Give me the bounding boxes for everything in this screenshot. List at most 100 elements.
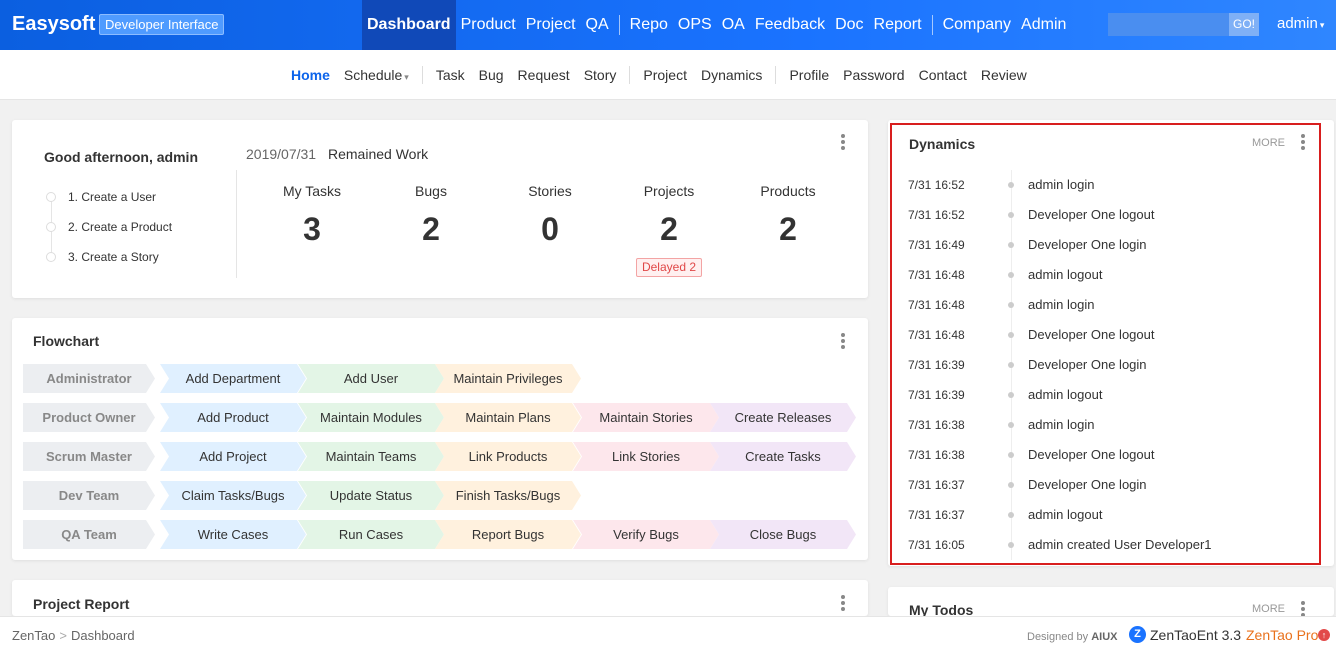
flowchart-step[interactable]: Add User xyxy=(298,364,444,393)
stat-stories[interactable]: Stories 0 xyxy=(495,183,605,248)
flowchart-step[interactable]: Maintain Teams xyxy=(298,442,444,471)
subnav-project[interactable]: Project xyxy=(636,67,694,83)
flowchart-step[interactable]: Report Bugs xyxy=(435,520,581,549)
zentao-pro-link[interactable]: ZenTao Pro xyxy=(1246,627,1318,643)
nav-report[interactable]: Report xyxy=(869,0,927,50)
breadcrumb-root[interactable]: ZenTao xyxy=(12,628,55,643)
list-item[interactable]: 7/31 16:38 Developer One logout xyxy=(908,440,1308,470)
list-item[interactable]: 7/31 16:38 admin login xyxy=(908,410,1308,440)
nav-dashboard[interactable]: Dashboard xyxy=(362,0,456,50)
stat-bugs[interactable]: Bugs 2 xyxy=(376,183,486,248)
subnav-review[interactable]: Review xyxy=(974,67,1034,83)
flowchart-step[interactable]: Add Department xyxy=(160,364,306,393)
list-item[interactable]: 7/31 16:37 admin logout xyxy=(908,500,1308,530)
flowchart-step[interactable]: Link Products xyxy=(435,442,581,471)
nav-feedback[interactable]: Feedback xyxy=(750,0,830,50)
list-item[interactable]: 7/31 16:48 admin login xyxy=(908,290,1308,320)
list-item[interactable]: 7/31 16:39 admin logout xyxy=(908,380,1308,410)
subnav-home[interactable]: Home xyxy=(284,67,337,83)
list-item[interactable]: 7/31 16:39 Developer One login xyxy=(908,350,1308,380)
sub-navbar: Home Schedule ▾ Task Bug Request Story Pr… xyxy=(0,50,1336,100)
current-date: 2019/07/31 xyxy=(246,146,317,162)
nav-project[interactable]: Project xyxy=(521,0,581,50)
subnav-schedule[interactable]: Schedule ▾ xyxy=(337,67,416,83)
flowchart-step[interactable]: Create Tasks xyxy=(710,442,856,471)
subnav-bug[interactable]: Bug xyxy=(472,67,511,83)
designed-by[interactable]: Designed by AIUX xyxy=(1027,631,1118,643)
flowchart-step[interactable]: Maintain Privileges xyxy=(435,364,581,393)
step-create-user[interactable]: 1. Create a User xyxy=(44,182,172,212)
stat-my-tasks[interactable]: My Tasks 3 xyxy=(257,183,367,248)
dot-icon xyxy=(1008,422,1014,428)
stat-value: 2 xyxy=(422,211,440,247)
nav-oa[interactable]: OA xyxy=(717,0,750,50)
flowchart-step[interactable]: Maintain Modules xyxy=(298,403,444,432)
list-item[interactable]: 7/31 16:48 Developer One logout xyxy=(908,320,1308,350)
flowchart-title: Flowchart xyxy=(33,333,100,349)
flowchart-step[interactable]: Link Stories xyxy=(573,442,719,471)
flowchart-step[interactable]: Update Status xyxy=(298,481,444,510)
flowchart-step[interactable]: Finish Tasks/Bugs xyxy=(435,481,581,510)
flowchart-step[interactable]: Add Product xyxy=(160,403,306,432)
dot-icon xyxy=(1008,452,1014,458)
flowchart-step[interactable]: Run Cases xyxy=(298,520,444,549)
todos-more-link[interactable]: MORE xyxy=(1252,603,1285,615)
upgrade-icon[interactable]: ↑ xyxy=(1318,629,1330,641)
nav-ops[interactable]: OPS xyxy=(673,0,717,50)
dot-icon xyxy=(1008,482,1014,488)
search-input[interactable] xyxy=(1108,13,1230,36)
subnav-task[interactable]: Task xyxy=(429,67,472,83)
list-item[interactable]: 7/31 16:52 Developer One logout xyxy=(908,200,1308,230)
delayed-badge[interactable]: Delayed 2 xyxy=(636,258,702,277)
list-item[interactable]: 7/31 16:52 admin login xyxy=(908,170,1308,200)
more-options-icon[interactable] xyxy=(1301,601,1305,616)
flowchart-step[interactable]: Add Project xyxy=(160,442,306,471)
top-navbar: Easysoft Developer Interface Dashboard P… xyxy=(0,0,1336,50)
step-create-product[interactable]: 2. Create a Product xyxy=(44,212,172,242)
interface-badge[interactable]: Developer Interface xyxy=(99,14,225,35)
subnav-request[interactable]: Request xyxy=(511,67,577,83)
nav-doc[interactable]: Doc xyxy=(830,0,868,50)
more-options-icon[interactable] xyxy=(1301,134,1305,152)
flowchart-step[interactable]: Write Cases xyxy=(160,520,306,549)
flowchart-step[interactable]: Close Bugs xyxy=(710,520,856,549)
subnav-divider xyxy=(421,66,423,84)
subnav-password[interactable]: Password xyxy=(836,67,911,83)
list-item[interactable]: 7/31 16:05 admin created User Developer1 xyxy=(908,530,1308,560)
flowchart-role: Administrator xyxy=(23,364,155,393)
list-item[interactable]: 7/31 16:37 Developer One login xyxy=(908,470,1308,500)
dynamic-text: admin logout xyxy=(1028,507,1103,522)
nav-company[interactable]: Company xyxy=(938,0,1016,50)
list-item[interactable]: 7/31 16:49 Developer One login xyxy=(908,230,1308,260)
stat-label: My Tasks xyxy=(282,183,342,199)
more-options-icon[interactable] xyxy=(841,595,845,613)
stat-products[interactable]: Products 2 xyxy=(733,183,843,248)
nav-product[interactable]: Product xyxy=(456,0,521,50)
nav-repo[interactable]: Repo xyxy=(625,0,673,50)
flowchart-step[interactable]: Maintain Plans xyxy=(435,403,581,432)
flowchart-step[interactable]: Create Releases xyxy=(710,403,856,432)
step-label: 2. Create a Product xyxy=(68,220,173,234)
flowchart-step[interactable]: Claim Tasks/Bugs xyxy=(160,481,306,510)
search-go-button[interactable]: GO! xyxy=(1229,13,1259,36)
user-menu[interactable]: admin ▾ xyxy=(1277,15,1324,32)
stat-projects[interactable]: Projects 2 xyxy=(614,183,724,248)
dynamic-time: 7/31 16:49 xyxy=(908,238,965,252)
flowchart-step[interactable]: Maintain Stories xyxy=(573,403,719,432)
more-options-icon[interactable] xyxy=(841,134,845,152)
nav-qa[interactable]: QA xyxy=(581,0,614,50)
flowchart-role: Scrum Master xyxy=(23,442,155,471)
subnav-contact[interactable]: Contact xyxy=(912,67,974,83)
brand-logo[interactable]: Easysoft xyxy=(12,13,95,36)
step-create-story[interactable]: 3. Create a Story xyxy=(44,242,172,272)
dynamics-more-link[interactable]: MORE xyxy=(1252,137,1285,149)
subnav-story[interactable]: Story xyxy=(577,67,624,83)
more-options-icon[interactable] xyxy=(841,333,845,351)
version-link[interactable]: ZenTaoEnt 3.3 xyxy=(1150,627,1241,643)
breadcrumb-current[interactable]: Dashboard xyxy=(71,628,135,643)
subnav-profile[interactable]: Profile xyxy=(782,67,836,83)
list-item[interactable]: 7/31 16:48 admin logout xyxy=(908,260,1308,290)
subnav-dynamics[interactable]: Dynamics xyxy=(694,67,769,83)
flowchart-step[interactable]: Verify Bugs xyxy=(573,520,719,549)
nav-admin[interactable]: Admin xyxy=(1016,0,1071,50)
